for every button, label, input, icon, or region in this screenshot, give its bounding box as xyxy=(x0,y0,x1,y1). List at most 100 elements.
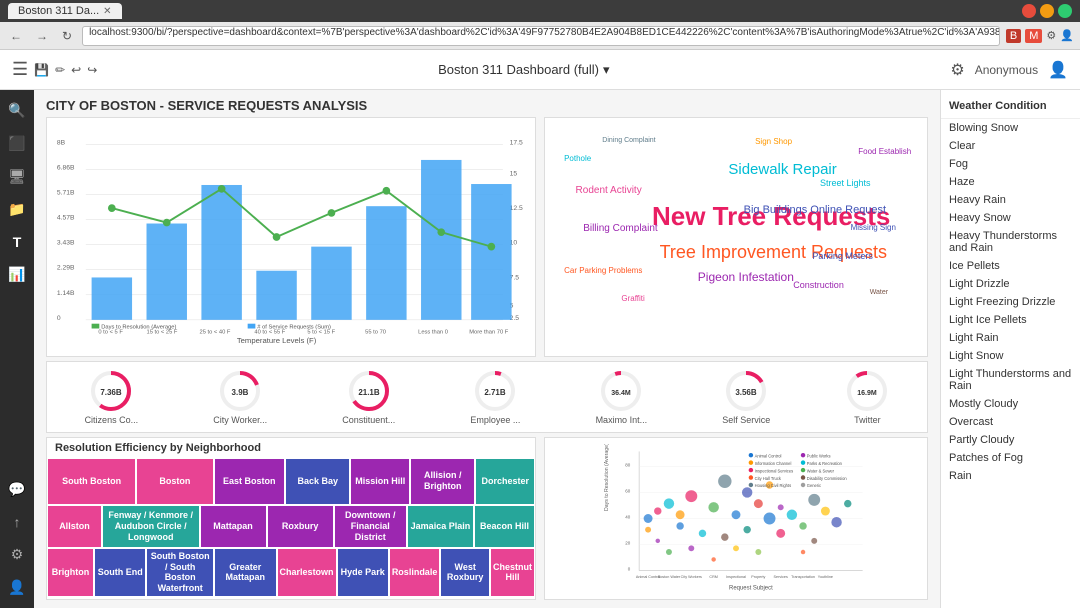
weather-item-light-freezing-drizzle[interactable]: Light Freezing Drizzle xyxy=(941,293,1080,311)
weather-item-heavy-thunderstorms[interactable]: Heavy Thunderstorms and Rain xyxy=(941,227,1080,257)
word-sign-shop[interactable]: Sign Shop xyxy=(755,137,792,146)
weather-item-rain[interactable]: Rain xyxy=(941,467,1080,485)
svg-text:40: 40 xyxy=(625,515,630,520)
user-account-icon[interactable]: 👤 xyxy=(1060,29,1074,42)
kpi-cityworker: 3.9B City Worker... xyxy=(213,369,267,425)
undo-button[interactable]: ↩ xyxy=(71,63,81,77)
word-street-lights[interactable]: Street Lights xyxy=(820,178,871,188)
redo-button[interactable]: ↪ xyxy=(87,63,97,77)
maximize-window-button[interactable] xyxy=(1058,4,1072,18)
weather-item-patches-of-fog[interactable]: Patches of Fog xyxy=(941,449,1080,467)
weather-item-light-ice-pellets[interactable]: Light Ice Pellets xyxy=(941,311,1080,329)
word-big-buildings[interactable]: Big Buildings Online Request xyxy=(744,204,886,216)
browser-chrome: Boston 311 Da... ✕ xyxy=(0,0,1080,22)
svg-text:Parks & Recreation: Parks & Recreation xyxy=(807,461,842,466)
weather-item-light-drizzle[interactable]: Light Drizzle xyxy=(941,275,1080,293)
sidebar-item-dashboard[interactable]: ⬛ xyxy=(4,131,29,156)
treemap-cell-missionhill[interactable]: Mission Hill xyxy=(350,458,410,505)
kpi-circle-selfservice: 3.56B xyxy=(724,369,768,413)
sidebar-item-monitor[interactable]: 🖥 xyxy=(4,164,30,189)
kpi-maximo: 36.4M Maximo Int... xyxy=(596,369,648,425)
browser-tab[interactable]: Boston 311 Da... ✕ xyxy=(8,3,122,19)
treemap-cell-eastboston[interactable]: East Boston xyxy=(214,458,285,505)
sidebar-item-text[interactable]: T xyxy=(9,230,26,254)
sidebar-item-chart[interactable]: 📊 xyxy=(4,262,29,287)
word-pothole[interactable]: Pothole xyxy=(564,154,591,163)
word-billing[interactable]: Billing Complaint xyxy=(583,223,657,234)
word-pigeon[interactable]: Pigeon Infestation xyxy=(698,270,794,284)
address-bar[interactable]: localhost:9300/bi/?perspective=dashboard… xyxy=(82,26,1000,46)
treemap-cell-southboston[interactable]: South Boston xyxy=(47,458,136,505)
treemap-cell-beaconhill[interactable]: Beacon Hill xyxy=(474,505,535,548)
svg-text:2.71B: 2.71B xyxy=(485,388,507,397)
sidebar-item-folder[interactable]: 📁 xyxy=(4,197,29,222)
refresh-button[interactable]: ↻ xyxy=(58,27,76,45)
weather-item-light-snow[interactable]: Light Snow xyxy=(941,347,1080,365)
treemap-cell-backbay[interactable]: Back Bay xyxy=(285,458,350,505)
save-button[interactable]: 💾 xyxy=(34,63,49,77)
treemap-cell-fenway[interactable]: Fenway / Kenmore / Audubon Circle / Long… xyxy=(102,505,200,548)
weather-item-haze[interactable]: Haze xyxy=(941,173,1080,191)
treemap-cell-southend[interactable]: South End xyxy=(94,548,146,597)
kpi-selfservice: 3.56B Self Service xyxy=(722,369,770,425)
treemap-cell-roxbury[interactable]: Roxbury xyxy=(267,505,334,548)
word-missing-sign[interactable]: Missing Sign xyxy=(851,223,896,232)
weather-item-clear[interactable]: Clear xyxy=(941,137,1080,155)
treemap-cell-boston[interactable]: Boston xyxy=(136,458,213,505)
treemap-cell-chestnuthill[interactable]: Chestnut Hill xyxy=(490,548,535,597)
weather-item-ice-pellets[interactable]: Ice Pellets xyxy=(941,257,1080,275)
weather-item-overcast[interactable]: Overcast xyxy=(941,413,1080,431)
weather-item-heavy-rain[interactable]: Heavy Rain xyxy=(941,191,1080,209)
treemap-cell-hydepark[interactable]: Hyde Park xyxy=(337,548,389,597)
filter-icon[interactable]: ⚙ xyxy=(950,60,964,80)
sidebar-item-share[interactable]: ↑ xyxy=(10,510,25,534)
dropdown-icon[interactable]: ▾ xyxy=(603,62,610,78)
treemap-cell-brighton[interactable]: Brighton xyxy=(47,548,94,597)
word-parking-meters[interactable]: Parking Meters xyxy=(812,251,873,261)
weather-item-heavy-snow[interactable]: Heavy Snow xyxy=(941,209,1080,227)
weather-item-partly-cloudy[interactable]: Partly Cloudy xyxy=(941,431,1080,449)
settings-icon[interactable]: ⚙ xyxy=(1046,29,1056,42)
tab-close-button[interactable]: ✕ xyxy=(103,6,111,17)
sidebar-item-chat[interactable]: 💬 xyxy=(4,477,29,502)
word-water[interactable]: Water xyxy=(870,289,888,296)
treemap-cell-roslindale[interactable]: Roslindale xyxy=(389,548,441,597)
weather-item-light-rain[interactable]: Light Rain xyxy=(941,329,1080,347)
weather-item-blowing-snow[interactable]: Blowing Snow xyxy=(941,119,1080,137)
weather-item-mostly-cloudy[interactable]: Mostly Cloudy xyxy=(941,395,1080,413)
word-graffiti[interactable]: Graffiti xyxy=(621,294,644,303)
sidebar-item-user[interactable]: 👤 xyxy=(4,575,29,600)
treemap-cell-dorchester[interactable]: Dorchester xyxy=(475,458,535,505)
word-billing2[interactable]: Dining Complaint xyxy=(602,137,655,144)
treemap-cell-westroxbury[interactable]: West Roxbury xyxy=(440,548,490,597)
dashboard-title-header: Boston 311 Dashboard (full) xyxy=(438,62,599,77)
treemap-cell-southboston-waterfront[interactable]: South Boston / South Boston Waterfront xyxy=(146,548,214,597)
close-window-button[interactable] xyxy=(1022,4,1036,18)
treemap-cell-charlestown[interactable]: Charlestown xyxy=(277,548,337,597)
svg-text:Property: Property xyxy=(751,575,765,579)
sidebar-item-search[interactable]: 🔍 xyxy=(4,98,29,123)
treemap-row-2: Allston Fenway / Kenmore / Audubon Circl… xyxy=(47,505,535,548)
forward-button[interactable]: → xyxy=(32,27,52,45)
treemap-cell-jamaicaplain[interactable]: Jamaica Plain xyxy=(407,505,474,548)
weather-item-fog[interactable]: Fog xyxy=(941,155,1080,173)
edit-button[interactable]: ✏ xyxy=(55,63,65,77)
treemap-cell-alliston-brighton[interactable]: Allision / Brighton xyxy=(410,458,475,505)
treemap-cell-allston[interactable]: Allston xyxy=(47,505,102,548)
svg-text:15: 15 xyxy=(510,170,518,177)
treemap-cell-mattapan[interactable]: Mattapan xyxy=(200,505,267,548)
word-car-parking[interactable]: Car Parking Problems xyxy=(564,266,642,275)
minimize-window-button[interactable] xyxy=(1040,4,1054,18)
treemap-cell-downtown[interactable]: Downtown / Financial District xyxy=(334,505,407,548)
header-title-area: Boston 311 Dashboard (full) ▾ xyxy=(107,62,940,78)
back-button[interactable]: ← xyxy=(6,27,26,45)
svg-text:Days to Resolution (Average): Days to Resolution (Average) xyxy=(604,444,610,511)
menu-button[interactable]: ☰ xyxy=(12,59,28,80)
treemap-cell-greatermattapan[interactable]: Greater Mattapan xyxy=(214,548,277,597)
sidebar-item-settings[interactable]: ⚙ xyxy=(7,542,28,567)
word-food-establish[interactable]: Food Establish xyxy=(858,147,911,156)
word-sidewalk-repair[interactable]: Sidewalk Repair xyxy=(728,161,836,178)
weather-item-light-thunderstorms[interactable]: Light Thunderstorms and Rain xyxy=(941,365,1080,395)
word-construction[interactable]: Construction xyxy=(793,280,844,290)
word-rodent[interactable]: Rodent Activity xyxy=(576,185,642,196)
